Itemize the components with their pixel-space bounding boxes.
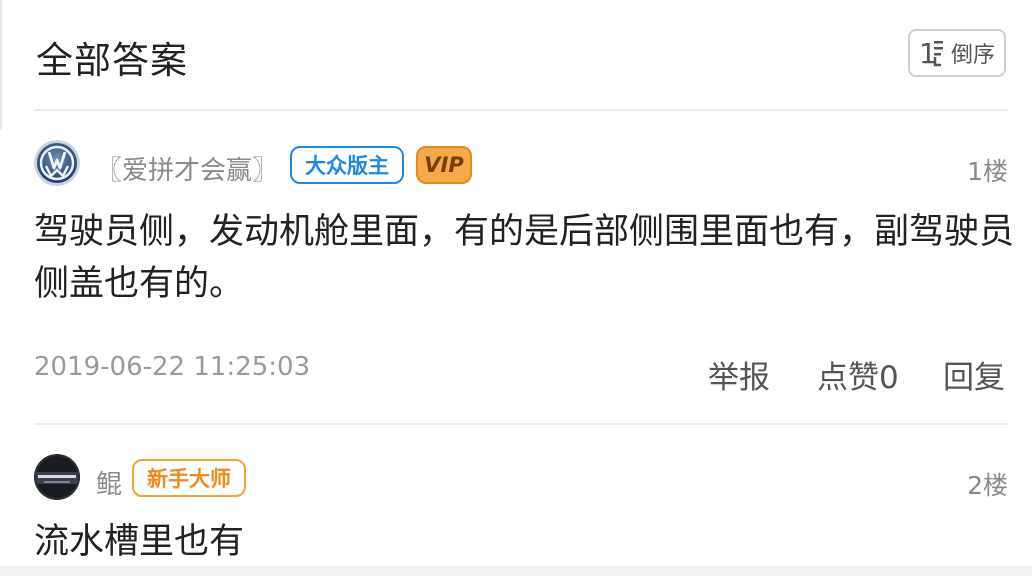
floor-number: 2楼 — [967, 471, 1008, 500]
answer-item: 〖爱拼才会赢〗 大众版主 VIP 1楼 驾驶员侧，发动机舱里面，有的是后部侧围里… — [0, 112, 1032, 422]
report-button[interactable]: 举报 — [708, 352, 770, 397]
avatar[interactable] — [34, 454, 80, 500]
username[interactable]: 鲲 — [96, 464, 122, 501]
avatar[interactable] — [34, 140, 80, 186]
like-button[interactable]: 点赞0 — [817, 352, 899, 397]
car-front-photo-icon — [34, 454, 80, 500]
novice-master-badge: 新手大师 — [132, 459, 246, 497]
answer-item: 鲲 新手大师 2楼 流水槽里也有 — [0, 426, 1032, 566]
vip-badge: VIP — [416, 146, 472, 184]
floor-number: 1楼 — [967, 157, 1008, 186]
answer-content: 驾驶员侧，发动机舱里面，有的是后部侧围里面也有，副驾驶员侧盖也有的。 — [34, 212, 1015, 304]
volkswagen-logo-icon — [34, 140, 80, 186]
answer-content: 流水槽里也有 — [34, 522, 245, 562]
username[interactable]: 〖爱拼才会赢〗 — [96, 150, 278, 187]
timestamp: 2019-06-22 11:25:03 — [34, 352, 311, 382]
sort-order-icon: 1 — [919, 37, 943, 69]
left-edge-mark — [0, 0, 2, 130]
sort-toggle-button[interactable]: 1 倒序 — [908, 29, 1006, 77]
answers-header: 全部答案 1 倒序 — [0, 0, 1032, 110]
page-title: 全部答案 — [36, 39, 188, 82]
moderator-badge: 大众版主 — [290, 146, 404, 184]
reply-button[interactable]: 回复 — [943, 352, 1005, 397]
sort-label: 倒序 — [950, 43, 995, 68]
bottom-separator — [0, 566, 1032, 576]
header-divider — [34, 109, 1008, 111]
answer-divider — [34, 423, 1008, 425]
